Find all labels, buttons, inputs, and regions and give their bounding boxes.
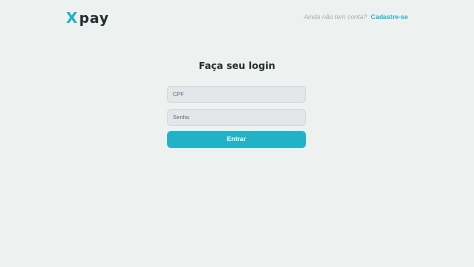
login-submit-button[interactable]: Entrar	[167, 131, 306, 148]
logo-x-mark: X	[66, 9, 79, 27]
page-title: Faça seu login	[198, 61, 276, 72]
login-page: X pay Ainda não tem conta? Cadastre-se F…	[0, 0, 474, 267]
password-field[interactable]	[167, 109, 306, 126]
logo-wordmark: pay	[79, 11, 110, 27]
signup-prompt-text: Ainda não tem conta?	[303, 14, 367, 21]
cpf-field[interactable]	[167, 86, 306, 103]
signup-link[interactable]: Cadastre-se	[371, 14, 408, 21]
cpf-input[interactable]	[173, 91, 305, 98]
xpay-logo[interactable]: X pay	[66, 9, 109, 27]
signup-prompt: Ainda não tem conta? Cadastre-se	[304, 14, 408, 21]
password-input[interactable]	[173, 114, 305, 121]
